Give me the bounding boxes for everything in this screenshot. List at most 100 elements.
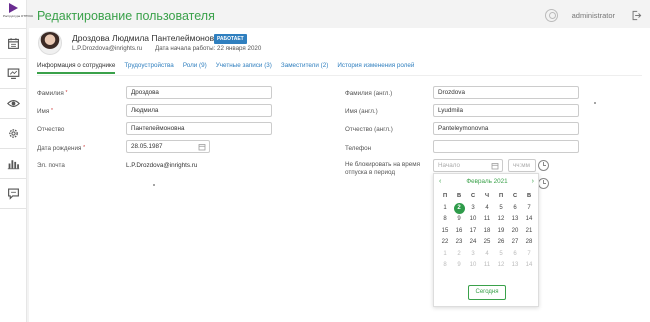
day-number: 2	[457, 250, 461, 257]
today-button[interactable]: Сегодня	[468, 285, 506, 300]
day-number: 3	[471, 204, 475, 211]
day-cell[interactable]: 16	[452, 226, 466, 238]
day-number: 4	[485, 250, 489, 257]
nav-divider	[0, 178, 26, 179]
day-cell[interactable]: 10	[466, 214, 480, 226]
last-name-field[interactable]: Дроздова	[126, 86, 272, 99]
sidebar-item-view[interactable]	[0, 90, 26, 116]
day-cell[interactable]: 20	[508, 226, 522, 238]
clock-icon[interactable]	[538, 160, 549, 171]
day-cell[interactable]: 24	[466, 237, 480, 249]
day-cell[interactable]: 4	[480, 249, 494, 261]
day-cell-selected[interactable]: 2	[452, 202, 466, 215]
birth-date-label: Дата рождения *	[37, 145, 86, 152]
day-cell[interactable]: 6	[508, 249, 522, 261]
nav-divider	[0, 148, 26, 149]
sidebar-item-calendar[interactable]	[0, 30, 26, 56]
day-number: 23	[455, 239, 463, 245]
day-number: 12	[497, 216, 505, 222]
day-cell[interactable]: 18	[480, 226, 494, 238]
day-cell[interactable]: 11	[480, 214, 494, 226]
weekday-label: В	[526, 193, 532, 199]
day-cell[interactable]: 12	[494, 214, 508, 226]
day-cell[interactable]: 6	[508, 203, 522, 215]
birth-date-field[interactable]: 28.05.1987	[126, 140, 210, 153]
patronymic-field[interactable]: Пантелеймоновна	[126, 122, 272, 135]
tab-deputies[interactable]: Заместители (2)	[281, 62, 328, 75]
day-cell[interactable]: 1	[438, 203, 452, 215]
logo-text: Роструктура ОТПУСК	[3, 14, 34, 18]
vacation-start-time-field[interactable]: чч:мм	[508, 159, 536, 172]
weekday-label: В	[456, 193, 462, 199]
day-cell[interactable]: 5	[494, 249, 508, 261]
calendar-icon[interactable]	[491, 162, 499, 170]
day-cell[interactable]: 4	[480, 203, 494, 215]
day-cell[interactable]: 8	[438, 260, 452, 272]
day-cell[interactable]: 9	[452, 214, 466, 226]
day-number: 10	[469, 262, 477, 268]
day-cell[interactable]: 5	[494, 203, 508, 215]
logo[interactable]: Роструктура ОТПУСК	[3, 3, 34, 25]
day-cell[interactable]: 14	[522, 260, 536, 272]
tab-employments[interactable]: Трудоустройства	[124, 62, 173, 75]
day-cell[interactable]: 28	[522, 237, 536, 249]
last-name-en-field[interactable]: Drozdova	[433, 86, 579, 99]
day-cell[interactable]: 12	[494, 260, 508, 272]
avatar	[38, 31, 62, 55]
email-label: Эл. почта	[37, 162, 65, 169]
day-cell[interactable]: 2	[452, 249, 466, 261]
day-number: 6	[513, 250, 517, 257]
day-cell[interactable]: 13	[508, 260, 522, 272]
day-cell[interactable]: 17	[466, 226, 480, 238]
tab-roles[interactable]: Роли (9)	[183, 62, 207, 75]
day-cell[interactable]: 8	[438, 214, 452, 226]
day-number: 21	[525, 227, 533, 234]
chat-icon	[7, 187, 19, 200]
day-cell[interactable]: 13	[508, 214, 522, 226]
day-cell[interactable]: 7	[522, 203, 536, 215]
datepicker-weeks: 1 2 3 4 5 6 7 8 9 10 11 12 13 14 15 16 17 18 19 20 21 22 23 24 2…	[438, 202, 536, 272]
user-menu[interactable]: administrator	[544, 9, 642, 22]
day-cell[interactable]: 23	[452, 237, 466, 249]
vacation-start-date-field[interactable]: Начало	[433, 159, 503, 172]
day-cell[interactable]: 11	[480, 260, 494, 272]
tab-role-history[interactable]: История изменения ролей	[337, 62, 414, 75]
next-month-button[interactable]: ›	[532, 178, 534, 185]
first-name-label: Имя *	[37, 108, 53, 115]
sidebar-item-settings[interactable]	[0, 120, 26, 146]
tab-accounts[interactable]: Учетные записи (3)	[216, 62, 272, 75]
page-title: Редактирование пользователя	[37, 9, 215, 23]
day-cell[interactable]: 1	[438, 249, 452, 261]
calendar-icon[interactable]	[198, 143, 206, 151]
first-name-en-field[interactable]: Lyudmila	[433, 104, 579, 117]
nav-divider	[0, 28, 26, 29]
day-cell[interactable]: 21	[522, 226, 536, 238]
day-cell[interactable]: 10	[466, 260, 480, 272]
day-cell[interactable]: 25	[480, 237, 494, 249]
phone-field[interactable]	[433, 140, 579, 153]
gear-icon	[8, 128, 18, 138]
day-cell[interactable]: 19	[494, 226, 508, 238]
day-cell[interactable]: 27	[508, 237, 522, 249]
day-cell[interactable]: 26	[494, 237, 508, 249]
sidebar-item-monitor[interactable]	[0, 60, 26, 86]
status-badge: РАБОТАЕТ	[214, 34, 247, 44]
tab-employee-info[interactable]: Информация о сотруднике	[37, 62, 116, 75]
day-cell[interactable]: 3	[466, 203, 480, 215]
sidebar-item-reports[interactable]	[0, 150, 26, 176]
sidebar: Роструктура ОТПУСК	[0, 0, 34, 322]
day-cell[interactable]: 14	[522, 214, 536, 226]
patronymic-en-field[interactable]: Panteleymonovna	[433, 122, 579, 135]
day-number: 7	[527, 204, 531, 211]
day-cell[interactable]: 3	[466, 249, 480, 261]
last-name-en-label: Фамилия (англ.)	[345, 90, 393, 97]
sidebar-item-messages[interactable]	[0, 180, 26, 206]
day-number: 13	[511, 262, 519, 268]
day-cell[interactable]: 22	[438, 237, 452, 249]
day-cell[interactable]: 15	[438, 226, 452, 238]
first-name-field[interactable]: Людмила	[126, 104, 272, 117]
nav-divider	[0, 208, 26, 209]
logout-icon[interactable]	[631, 10, 642, 21]
day-cell[interactable]: 7	[522, 249, 536, 261]
day-cell[interactable]: 9	[452, 260, 466, 272]
